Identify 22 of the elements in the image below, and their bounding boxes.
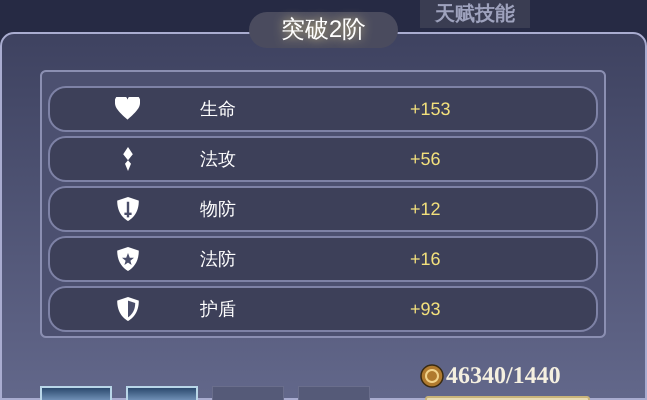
stat-label: 物防 [200,198,237,220]
stat-value: +93 [410,298,441,320]
item-slot[interactable] [40,386,112,400]
shield-icon [116,297,138,321]
stat-value: +16 [410,248,441,270]
stat-label: 法攻 [200,148,237,170]
dialog-title: 突破2阶 [248,12,398,48]
empty-slot[interactable] [298,386,370,400]
stat-value: +56 [410,148,441,170]
stat-label: 护盾 [200,298,237,320]
heart-icon [115,97,140,121]
stat-value: +12 [410,198,441,220]
shield-icon [116,247,138,271]
coin-icon [420,364,444,388]
gem-icon [122,147,134,171]
item-slot[interactable] [126,386,198,400]
shield-icon [116,197,138,221]
empty-slot[interactable] [212,386,284,400]
stat-value: +153 [410,98,451,120]
cost-amount: 46340/1440 [446,364,561,388]
stat-label: 法防 [200,248,237,270]
stat-label: 生命 [200,98,237,120]
